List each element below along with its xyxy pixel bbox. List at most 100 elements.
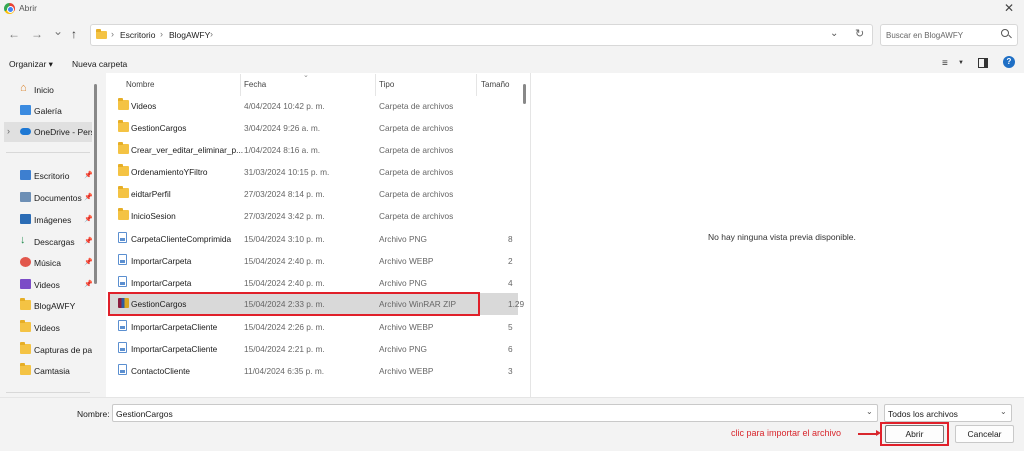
folder-icon: [118, 142, 129, 154]
file-size: 6: [508, 344, 513, 354]
file-row[interactable]: ImportarCarpeta 15/04/2024 2:40 p. m. Ar…: [108, 272, 518, 294]
pin-icon[interactable]: 📌: [84, 193, 92, 201]
home-icon: ⌂: [20, 82, 27, 94]
back-arrow-icon[interactable]: ←: [8, 27, 20, 41]
chevron-right-icon: ›: [111, 29, 114, 39]
chevron-down-icon[interactable]: ⌄: [866, 407, 873, 416]
sidebar-item-escritorio[interactable]: Escritorio 📌: [4, 166, 92, 186]
file-date: 4/04/2024 10:42 p. m.: [244, 101, 325, 111]
file-name-label: Nombre:: [77, 409, 110, 419]
search-input[interactable]: Buscar en BlogAWFY: [880, 24, 1018, 46]
sidebar-scrollbar[interactable]: [94, 84, 97, 284]
file-size: 5: [508, 322, 513, 332]
breadcrumb-blogawfy[interactable]: BlogAWFY: [169, 30, 210, 40]
sidebar-item-documentos[interactable]: Documentos 📌: [4, 188, 92, 208]
file-row[interactable]: ImportarCarpetaCliente 15/04/2024 2:21 p…: [108, 338, 518, 360]
chevron-right-icon[interactable]: ›: [210, 29, 213, 39]
cancel-button[interactable]: Cancelar: [955, 425, 1014, 443]
column-divider[interactable]: [375, 74, 376, 96]
file-name: CarpetaClienteComprimida: [131, 234, 232, 244]
file-row[interactable]: GestionCargos 3/04/2024 9:26 a. m. Carpe…: [108, 117, 518, 139]
file-type: Archivo PNG: [379, 344, 427, 354]
folder-icon: [118, 98, 129, 110]
sidebar-item-videos-folder[interactable]: Videos: [4, 318, 92, 338]
file-list-scrollbar[interactable]: [523, 84, 526, 104]
column-divider[interactable]: [476, 74, 477, 96]
file-type: Archivo WEBP: [379, 322, 434, 332]
breadcrumb-escritorio[interactable]: Escritorio: [120, 30, 155, 40]
divider: [6, 392, 90, 393]
folder-icon: [20, 298, 31, 310]
sidebar-item-label: Galería: [34, 106, 62, 116]
file-row[interactable]: ImportarCarpeta 15/04/2024 2:40 p. m. Ar…: [108, 250, 518, 272]
file-row[interactable]: eidtarPerfil 27/03/2024 8:14 p. m. Carpe…: [108, 183, 518, 205]
file-type: Carpeta de archivos: [379, 123, 454, 133]
view-dropdown-icon[interactable]: ▼: [958, 60, 964, 66]
sidebar-item-musica[interactable]: Música 📌: [4, 253, 92, 273]
help-icon[interactable]: ?: [1003, 56, 1015, 68]
file-row[interactable]: Crear_ver_editar_eliminar_p... 1/04/2024…: [108, 139, 518, 161]
window-title: Abrir: [19, 3, 37, 13]
file-name: Crear_ver_editar_eliminar_p...: [131, 145, 244, 155]
folder-icon: [118, 186, 129, 198]
file-name: eidtarPerfil: [131, 189, 171, 199]
forward-arrow-icon[interactable]: →: [31, 27, 43, 41]
file-date: 1/04/2024 8:16 a. m.: [244, 145, 321, 155]
file-row[interactable]: CarpetaClienteComprimida 15/04/2024 3:10…: [108, 228, 518, 250]
folder-icon: [20, 342, 31, 354]
file-type: Archivo PNG: [379, 278, 427, 288]
sidebar-item-inicio[interactable]: ⌂ Inicio: [4, 80, 92, 100]
file-date: 15/04/2024 2:40 p. m.: [244, 256, 325, 266]
column-header-size[interactable]: Tamaño: [481, 80, 509, 89]
sidebar-item-camtasia[interactable]: Camtasia: [4, 361, 92, 381]
sidebar-item-descargas[interactable]: ↓ Descargas 📌: [4, 232, 92, 252]
up-arrow-icon[interactable]: ↑: [71, 27, 77, 41]
sidebar-item-blogawfy[interactable]: BlogAWFY: [4, 296, 92, 316]
preview-pane-icon[interactable]: [978, 58, 988, 68]
close-icon[interactable]: ✕: [1004, 1, 1014, 15]
chrome-app-icon: [4, 3, 15, 14]
file-type-filter[interactable]: Todos los archivos: [884, 404, 1012, 422]
sidebar-item-galeria[interactable]: Galería: [4, 101, 92, 121]
file-name: GestionCargos: [131, 123, 187, 133]
column-header-type[interactable]: Tipo: [379, 80, 394, 89]
file-row[interactable]: ContactoCliente 11/04/2024 6:35 p. m. Ar…: [108, 360, 518, 382]
pin-icon[interactable]: 📌: [84, 258, 92, 266]
file-name-input[interactable]: GestionCargos: [112, 404, 878, 422]
new-folder-button[interactable]: Nueva carpeta: [72, 59, 127, 69]
title-bar: [0, 0, 1024, 18]
column-header-name[interactable]: Nombre: [126, 80, 154, 89]
pin-icon[interactable]: 📌: [84, 280, 92, 288]
recent-locations-icon[interactable]: ⌄: [53, 24, 63, 38]
open-button[interactable]: Abrir: [885, 425, 944, 443]
column-divider[interactable]: [240, 74, 241, 96]
chevron-down-icon[interactable]: ⌄: [1000, 407, 1007, 416]
view-options-icon[interactable]: ≡: [942, 58, 948, 69]
images-icon: [20, 214, 31, 224]
sidebar-item-label: BlogAWFY: [34, 301, 76, 311]
sidebar-item-videos[interactable]: Videos 📌: [4, 275, 92, 295]
file-row[interactable]: ImportarCarpetaCliente 15/04/2024 2:26 p…: [108, 316, 518, 338]
file-type: Carpeta de archivos: [379, 189, 454, 199]
file-row[interactable]: OrdenamientoYFiltro 31/03/2024 10:15 p. …: [108, 161, 518, 183]
file-date: 3/04/2024 9:26 a. m.: [244, 123, 321, 133]
expand-chevron-icon[interactable]: ›: [7, 126, 10, 136]
gallery-icon: [20, 105, 31, 115]
pin-icon[interactable]: 📌: [84, 237, 92, 245]
sidebar-item-label: Imágenes: [34, 215, 72, 225]
chevron-down-icon[interactable]: ⌄: [830, 28, 838, 39]
file-row[interactable]: InicioSesion 27/03/2024 3:42 p. m. Carpe…: [108, 205, 518, 227]
file-row[interactable]: Videos 4/04/2024 10:42 p. m. Carpeta de …: [108, 95, 518, 117]
column-header-date[interactable]: Fecha: [244, 80, 266, 89]
sidebar-item-capturas[interactable]: Capturas de par: [4, 340, 92, 360]
organize-button[interactable]: Organizar ▾: [9, 59, 53, 70]
refresh-icon[interactable]: ↻: [855, 27, 864, 40]
sidebar-item-label: Videos: [34, 323, 60, 333]
pin-icon[interactable]: 📌: [84, 171, 92, 179]
sidebar-item-onedrive[interactable]: › OneDrive - Perso: [4, 122, 92, 142]
file-type: Archivo WEBP: [379, 256, 434, 266]
file-type: Carpeta de archivos: [379, 211, 454, 221]
sidebar-item-imagenes[interactable]: Imágenes 📌: [4, 210, 92, 230]
sidebar-item-label: Música: [34, 258, 61, 268]
pin-icon[interactable]: 📌: [84, 215, 92, 223]
